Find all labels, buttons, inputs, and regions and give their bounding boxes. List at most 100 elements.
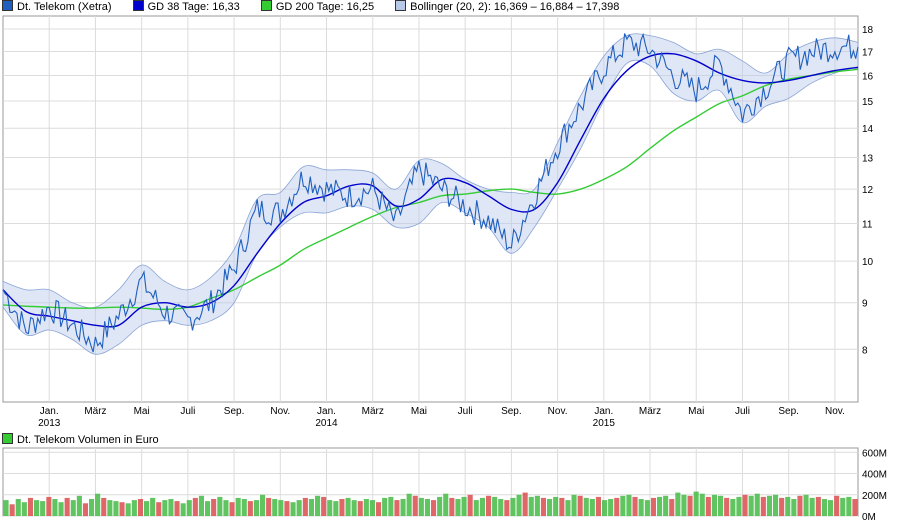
volume-bar xyxy=(58,502,64,516)
volume-y-tick-label: 0M xyxy=(862,512,876,523)
volume-bar xyxy=(614,497,620,516)
volume-bar xyxy=(76,495,82,516)
volume-bar xyxy=(82,503,88,517)
volume-bar xyxy=(107,500,113,516)
volume-bar xyxy=(705,496,711,516)
volume-bar xyxy=(168,499,174,516)
volume-bar xyxy=(486,495,492,516)
volume-bar xyxy=(675,492,681,516)
x-tick-label: Sep. xyxy=(224,406,245,417)
volume-bar xyxy=(162,500,168,516)
volume-bar xyxy=(583,497,589,516)
volume-y-tick-label: 600M xyxy=(862,448,887,459)
volume-bar xyxy=(272,499,278,516)
volume-y-tick-label: 200M xyxy=(862,491,887,502)
volume-bar xyxy=(40,501,46,516)
volume-bar xyxy=(437,496,443,516)
volume-bar xyxy=(644,500,650,516)
volume-bar xyxy=(711,494,717,517)
volume-bar xyxy=(211,499,217,516)
volume-bar xyxy=(608,499,614,516)
volume-bar xyxy=(290,502,296,516)
volume-bar xyxy=(3,500,9,516)
volume-bar xyxy=(424,499,430,516)
volume-bar xyxy=(632,496,638,516)
volume-bar xyxy=(492,496,498,516)
x-tick-label: Mai xyxy=(134,406,150,417)
volume-bar xyxy=(119,502,125,516)
volume-bar xyxy=(840,497,846,516)
stock-chart: 89101112131415161718Jan.2013März Mai Juli S… xyxy=(2,15,887,523)
volume-bar xyxy=(241,499,247,516)
volume-bar xyxy=(724,497,730,516)
price-y-tick-label: 9 xyxy=(862,299,868,310)
volume-bar xyxy=(766,495,772,516)
volume-bar xyxy=(296,500,302,516)
volume-plot-frame xyxy=(2,447,859,517)
volume-bar xyxy=(260,494,266,517)
volume-bar xyxy=(131,500,137,516)
volume-bar xyxy=(479,497,485,516)
x-tick-year-label: 2013 xyxy=(38,418,61,429)
volume-bar xyxy=(229,502,235,516)
price-y-tick-label: 12 xyxy=(862,185,874,196)
volume-bar xyxy=(198,495,204,516)
volume-bar xyxy=(144,501,150,516)
volume-bar xyxy=(559,497,565,516)
volume-bar xyxy=(406,493,412,516)
x-tick-label: Mai xyxy=(688,406,704,417)
volume-bar xyxy=(846,496,852,516)
volume-bar xyxy=(779,497,785,516)
volume-bar xyxy=(791,499,797,516)
volume-bar xyxy=(382,497,388,516)
volume-bar xyxy=(595,496,601,516)
x-tick-label: Jan. xyxy=(317,406,336,417)
volume-bar xyxy=(626,494,632,517)
x-tick-label: Juli xyxy=(735,406,750,417)
volume-bar xyxy=(589,499,595,516)
volume-bar xyxy=(394,500,400,516)
volume-bar xyxy=(9,504,15,516)
volume-bar xyxy=(657,496,663,516)
volume-bar xyxy=(351,500,357,516)
x-tick-label: Jan. xyxy=(40,406,59,417)
volume-bar xyxy=(498,499,504,516)
volume-bar xyxy=(754,493,760,516)
volume-y-tick-label: 400M xyxy=(862,470,887,481)
volume-bar xyxy=(528,496,534,516)
x-tick-label: Sep. xyxy=(778,406,799,417)
volume-bar xyxy=(345,497,351,516)
volume-bar xyxy=(315,495,321,516)
volume-bar xyxy=(156,502,162,516)
volume-bar xyxy=(773,494,779,517)
price-y-tick-label: 13 xyxy=(862,153,874,164)
volume-bar xyxy=(785,496,791,516)
volume-bar xyxy=(217,496,223,516)
volume-bar xyxy=(302,497,308,516)
price-y-tick-label: 18 xyxy=(862,25,874,36)
volume-bar xyxy=(308,499,314,516)
volume-bar xyxy=(650,497,656,516)
volume-bar xyxy=(565,500,571,516)
volume-bar xyxy=(443,493,449,516)
volume-bar xyxy=(376,502,382,516)
volume-bar xyxy=(693,491,699,516)
volume-bar xyxy=(449,497,455,516)
volume-bar xyxy=(821,499,827,516)
volume-bar xyxy=(253,500,259,516)
volume-bar xyxy=(504,500,510,516)
x-tick-label: Jan. xyxy=(594,406,613,417)
volume-bar xyxy=(27,497,33,516)
x-tick-label: Nov. xyxy=(270,406,290,417)
volume-bar xyxy=(339,499,345,516)
volume-bar xyxy=(70,500,76,516)
volume-bar xyxy=(760,496,766,516)
x-tick-label: Nov. xyxy=(825,406,845,417)
volume-bar xyxy=(15,499,21,516)
volume-bar xyxy=(455,499,461,516)
volume-bar xyxy=(534,495,540,516)
volume-bar xyxy=(620,495,626,516)
volume-bar xyxy=(571,494,577,517)
volume-bar xyxy=(95,493,101,516)
price-y-tick-label: 17 xyxy=(862,48,874,59)
